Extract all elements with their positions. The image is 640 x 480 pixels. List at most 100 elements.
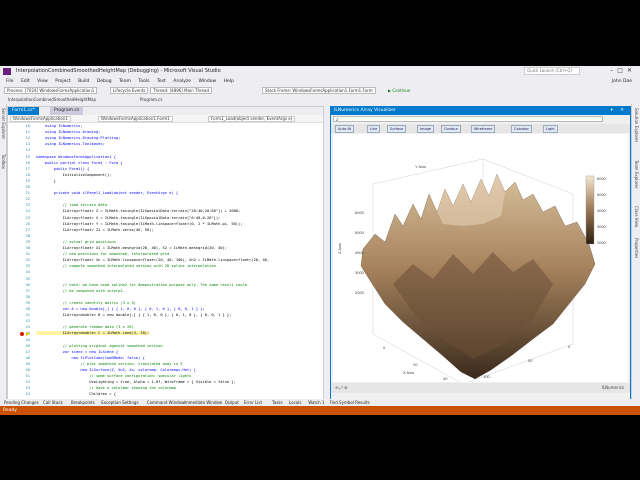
- toolbox-tab[interactable]: Toolbox: [1, 154, 6, 169]
- menu-debug[interactable]: Debug: [97, 79, 112, 84]
- menu-build[interactable]: Build: [78, 79, 89, 84]
- menu-window[interactable]: Window: [198, 79, 216, 84]
- solution-explorer-tab[interactable]: Solution Explorer: [634, 108, 639, 142]
- namespace-dropdown[interactable]: WindowsFormsApplication1: [10, 116, 71, 122]
- team-explorer-tab[interactable]: Team Explorer: [634, 160, 639, 189]
- image-button[interactable]: Image: [417, 125, 434, 133]
- current-statement-arrow-icon: [26, 331, 30, 336]
- bottom-tab[interactable]: Locals: [289, 400, 301, 405]
- code-line[interactable]: using ILNumerics.Toolboxes;: [36, 142, 105, 146]
- code-line[interactable]: // some surface configuration: specular …: [36, 374, 191, 378]
- bottom-tab[interactable]: Find Symbol Results: [330, 400, 370, 405]
- class-dropdown[interactable]: WindowsFormsApplication1.Form1: [98, 116, 173, 122]
- surface-button[interactable]: Surface: [387, 125, 407, 133]
- breakpoint-icon[interactable]: [20, 331, 24, 336]
- code-line[interactable]: new ILPlotCube(twoDMode: false) {: [36, 356, 145, 360]
- menu-file[interactable]: File: [6, 79, 14, 84]
- class-view-tab[interactable]: Class View: [634, 206, 639, 227]
- code-line[interactable]: }: [36, 179, 56, 183]
- quick-launch-input[interactable]: Quick Launch (Ctrl+Q): [524, 67, 580, 75]
- code-line[interactable]: using ILNumerics.Drawing;: [36, 130, 101, 134]
- code-line[interactable]: new ILSurface(Z, Xn2, Xn, colormap: Colo…: [36, 368, 195, 372]
- line-button[interactable]: Line: [367, 125, 381, 133]
- wireframe-button[interactable]: Wireframe: [471, 125, 496, 133]
- code-line[interactable]: ILArray<double> B = new double[,] { { 1,…: [36, 313, 232, 317]
- code-line[interactable]: ILArray<float> X = ILMath.tosingle(ILSpe…: [36, 216, 221, 220]
- menu-tools[interactable]: Tools: [138, 79, 149, 84]
- code-line[interactable]: ILArray<float> X1 = ILMath.meshgrid(20, …: [36, 246, 227, 250]
- member-dropdown[interactable]: Form1_Load(object sender, EventArgs e): [208, 116, 296, 122]
- bottom-tab[interactable]: Pending Changes: [4, 400, 39, 405]
- menu-help[interactable]: Help: [224, 79, 234, 84]
- bottom-tab[interactable]: Immediate Window: [184, 400, 223, 405]
- colorbar-button[interactable]: Colorbar: [511, 125, 532, 133]
- code-line[interactable]: // plot smoothed version, translated awa…: [36, 362, 182, 366]
- code-line[interactable]: UseLighting = true, Alpha = 1.0f, Wirefr…: [36, 380, 236, 384]
- bottom-tab[interactable]: Call Stack: [43, 400, 63, 405]
- bottom-tab[interactable]: Watch 1: [308, 400, 324, 405]
- code-line[interactable]: private void ilPanel1_Load(object sender…: [36, 191, 178, 195]
- auto-fit-button[interactable]: Auto-fit: [335, 125, 355, 133]
- code-line[interactable]: // generate random data (3 x 20): [36, 325, 134, 329]
- expression-input[interactable]: Z: [333, 116, 603, 122]
- code-line[interactable]: ILArray<double> C = ILMath.rand(3, 20);: [36, 331, 150, 336]
- menu-project[interactable]: Project: [55, 79, 70, 84]
- code-line[interactable]: // note: we have used spline2 for demons…: [36, 283, 247, 287]
- code-line[interactable]: Children = {: [36, 392, 116, 396]
- code-line[interactable]: // create identity matrix (3 x 3): [36, 301, 136, 305]
- x-tick-1: 20: [413, 362, 418, 367]
- bottom-tab[interactable]: Command Window: [147, 400, 185, 405]
- code-line[interactable]: // load terrain data: [36, 203, 107, 207]
- bottom-tab[interactable]: Exception Settings: [101, 400, 138, 405]
- code-line[interactable]: public partial class Form1 : Form {: [36, 161, 123, 165]
- tab-program[interactable]: Program.cs: [50, 107, 84, 115]
- solution-name[interactable]: InterpolationCombinedSmoothedHeightMap: [8, 97, 96, 102]
- code-line[interactable]: ILArray<float> Z = ILMath.tosingle(ILSpe…: [36, 209, 241, 213]
- code-line[interactable]: public Form1() {: [36, 167, 90, 171]
- code-line[interactable]: // plotting original against smoothed ve…: [36, 344, 163, 348]
- menu-analyze[interactable]: Analyze: [173, 79, 191, 84]
- colorbar-tick-4: 2000: [597, 240, 607, 245]
- view-reset-icon[interactable]: ⟲ ⤢ ⊕: [335, 385, 347, 390]
- code-line[interactable]: // new positions for smoothed, interpola…: [36, 252, 170, 256]
- properties-tab[interactable]: Properties: [634, 238, 639, 258]
- menu-edit[interactable]: Edit: [21, 79, 30, 84]
- bottom-tab[interactable]: Breakpoints: [71, 400, 95, 405]
- light-button[interactable]: Light: [543, 125, 558, 133]
- code-line[interactable]: InitializeComponent();: [36, 173, 112, 177]
- code-line[interactable]: ILArray<float> Zi = ILMath.zeros(40, 50)…: [36, 228, 154, 232]
- code-line[interactable]: // compute smoothed interpolated version…: [36, 264, 216, 268]
- surface-plot[interactable]: 6000 5000 4000 3000 2000 6000 5000 4000 …: [333, 134, 628, 385]
- bottom-tab[interactable]: Error List: [244, 400, 262, 405]
- project-file[interactable]: Program.cs: [140, 97, 162, 102]
- code-area[interactable]: 10 using ILNumerics; 11 using ILNumerics.…: [8, 123, 323, 400]
- code-line[interactable]: using ILNumerics.Drawing.Plotting;: [36, 136, 121, 140]
- code-line[interactable]: namespace WindowsFormsApplication1 {: [36, 155, 116, 159]
- lifecycle-events-dropdown[interactable]: Lifecycle Events: [110, 87, 149, 94]
- code-line[interactable]: // be computed with interp2.: [36, 289, 125, 293]
- window-controls[interactable]: –□✕: [610, 67, 636, 74]
- process-dropdown[interactable]: Process: [7024] WindowsFormsApplication1: [4, 87, 98, 94]
- code-line[interactable]: var A = new double[,] { { 1, 0, 0 }, { 0…: [36, 307, 205, 311]
- code-line[interactable]: ILArray<float> Xn = ILMath.linspace<floa…: [36, 258, 269, 262]
- code-editor[interactable]: Form1.cs* Program.cs WindowsFormsApplica…: [7, 106, 324, 401]
- code-line[interactable]: // have a colorbar showing the colormap: [36, 386, 176, 390]
- stack-frame-dropdown[interactable]: Stack Frame: WindowsFormsApplication1.Fo…: [262, 87, 376, 94]
- server-explorer-tab[interactable]: Server Explorer: [1, 108, 6, 139]
- continue-button[interactable]: ▶ Continue: [388, 88, 410, 93]
- code-line[interactable]: // actual grid positions: [36, 240, 116, 244]
- menu-test[interactable]: Test: [157, 79, 166, 84]
- tab-form1[interactable]: Form1.cs*: [8, 107, 39, 115]
- bottom-tab[interactable]: Output: [225, 400, 239, 405]
- menu-view[interactable]: View: [37, 79, 48, 84]
- code-line[interactable]: using ILNumerics;: [36, 124, 83, 128]
- line-number: 18: [25, 172, 30, 177]
- contour-button[interactable]: Contour: [441, 125, 461, 133]
- bottom-tab[interactable]: Tasks: [272, 400, 283, 405]
- user-name[interactable]: John Doe: [612, 79, 632, 84]
- code-line[interactable]: var scene = new ILScene {: [36, 350, 119, 354]
- menu-team[interactable]: Team: [119, 79, 131, 84]
- thread-dropdown[interactable]: Thread: [4896] Main Thread: [150, 87, 212, 94]
- code-line[interactable]: ILArray<float> Y = ILMath.tosingle(ILMat…: [36, 222, 243, 226]
- panel-controls[interactable]: ▾ ✕: [611, 107, 627, 115]
